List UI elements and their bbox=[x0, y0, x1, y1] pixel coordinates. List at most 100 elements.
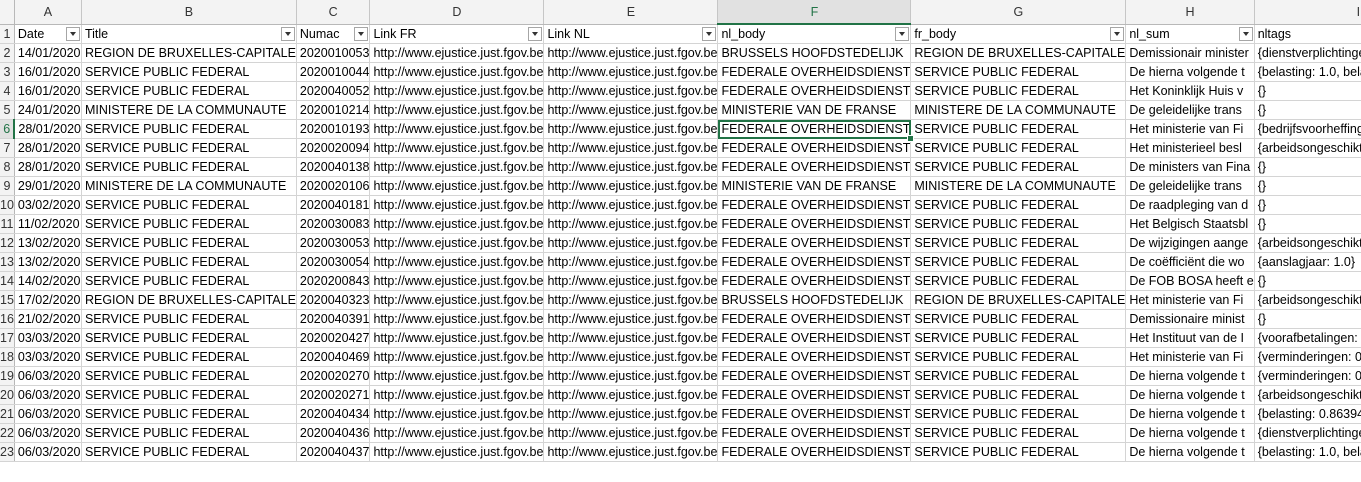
cell-g18[interactable]: SERVICE PUBLIC FEDERAL bbox=[910, 347, 1127, 367]
cell-d2[interactable]: http://www.ejustice.just.fgov.be bbox=[369, 43, 545, 63]
header-cell-b[interactable]: Title bbox=[81, 24, 297, 44]
cell-c15[interactable]: 2020040323 bbox=[296, 290, 371, 310]
cell-d6[interactable]: http://www.ejustice.just.fgov.be bbox=[369, 119, 545, 139]
column-header-g[interactable]: G bbox=[910, 0, 1127, 25]
column-header-a[interactable]: A bbox=[14, 0, 82, 25]
cell-h10[interactable]: De raadpleging van d bbox=[1125, 195, 1255, 215]
column-header-h[interactable]: H bbox=[1125, 0, 1255, 25]
row-header[interactable]: 21 bbox=[0, 404, 15, 424]
cell-g16[interactable]: SERVICE PUBLIC FEDERAL bbox=[910, 309, 1127, 329]
cell-g19[interactable]: SERVICE PUBLIC FEDERAL bbox=[910, 366, 1127, 386]
cell-b23[interactable]: SERVICE PUBLIC FEDERAL bbox=[81, 442, 297, 462]
cell-a21[interactable]: 06/03/2020 bbox=[14, 404, 82, 424]
cell-g10[interactable]: SERVICE PUBLIC FEDERAL bbox=[910, 195, 1127, 215]
cell-e21[interactable]: http://www.ejustice.just.fgov.be bbox=[543, 404, 719, 424]
cell-h7[interactable]: Het ministerieel besl bbox=[1125, 138, 1255, 158]
cell-c2[interactable]: 2020010053 bbox=[296, 43, 371, 63]
cell-f5[interactable]: MINISTERIE VAN DE FRANSE bbox=[717, 100, 912, 120]
cell-c10[interactable]: 2020040181 bbox=[296, 195, 371, 215]
cell-f23[interactable]: FEDERALE OVERHEIDSDIENST bbox=[717, 442, 912, 462]
cell-f13[interactable]: FEDERALE OVERHEIDSDIENST bbox=[717, 252, 912, 272]
cell-c8[interactable]: 2020040138 bbox=[296, 157, 371, 177]
row-header[interactable]: 12 bbox=[0, 233, 15, 253]
cell-d16[interactable]: http://www.ejustice.just.fgov.be bbox=[369, 309, 545, 329]
cell-h14[interactable]: De FOB BOSA heeft e bbox=[1125, 271, 1255, 291]
header-cell-f[interactable]: nl_body bbox=[717, 24, 912, 44]
cell-i3[interactable]: {belasting: 1.0, belastingverhoging bbox=[1254, 62, 1361, 82]
cell-b6[interactable]: SERVICE PUBLIC FEDERAL bbox=[81, 119, 297, 139]
cell-b9[interactable]: MINISTERE DE LA COMMUNAUTE bbox=[81, 176, 297, 196]
cell-h15[interactable]: Het ministerie van Fi bbox=[1125, 290, 1255, 310]
cell-a4[interactable]: 16/01/2020 bbox=[14, 81, 82, 101]
cell-i17[interactable]: {voorafbetalingen: 0.8429794907563 bbox=[1254, 328, 1361, 348]
cell-f18[interactable]: FEDERALE OVERHEIDSDIENST bbox=[717, 347, 912, 367]
row-header[interactable]: 20 bbox=[0, 385, 15, 405]
cell-c22[interactable]: 2020040436 bbox=[296, 423, 371, 443]
cell-e16[interactable]: http://www.ejustice.just.fgov.be bbox=[543, 309, 719, 329]
column-header-f[interactable]: F bbox=[717, 0, 912, 25]
active-cell[interactable]: FEDERALE OVERHEIDSDIENST bbox=[717, 119, 912, 139]
column-header-b[interactable]: B bbox=[81, 0, 297, 25]
column-header-d[interactable]: D bbox=[369, 0, 545, 25]
cell-a15[interactable]: 17/02/2020 bbox=[14, 290, 82, 310]
row-header[interactable]: 7 bbox=[0, 138, 15, 158]
cell-a2[interactable]: 14/01/2020 bbox=[14, 43, 82, 63]
cell-i13[interactable]: {aanslagjaar: 1.0} bbox=[1254, 252, 1361, 272]
cell-c19[interactable]: 2020020270 bbox=[296, 366, 371, 386]
cell-e20[interactable]: http://www.ejustice.just.fgov.be bbox=[543, 385, 719, 405]
cell-g15[interactable]: REGION DE BRUXELLES-CAPITALE bbox=[910, 290, 1127, 310]
cell-c23[interactable]: 2020040437 bbox=[296, 442, 371, 462]
cell-i21[interactable]: {belasting: 0.8639483451843262, be bbox=[1254, 404, 1361, 424]
cell-f19[interactable]: FEDERALE OVERHEIDSDIENST bbox=[717, 366, 912, 386]
cell-i19[interactable]: {verminderingen: 0.8160161375999 bbox=[1254, 366, 1361, 386]
cell-c16[interactable]: 2020040391 bbox=[296, 309, 371, 329]
cell-g21[interactable]: SERVICE PUBLIC FEDERAL bbox=[910, 404, 1127, 424]
cell-h2[interactable]: Demissionair minister bbox=[1125, 43, 1255, 63]
header-cell-g[interactable]: fr_body bbox=[910, 24, 1127, 44]
cell-d7[interactable]: http://www.ejustice.just.fgov.be bbox=[369, 138, 545, 158]
cell-h19[interactable]: De hierna volgende t bbox=[1125, 366, 1255, 386]
cell-e14[interactable]: http://www.ejustice.just.fgov.be bbox=[543, 271, 719, 291]
row-header[interactable]: 11 bbox=[0, 214, 15, 234]
row-header[interactable]: 22 bbox=[0, 423, 15, 443]
cell-c9[interactable]: 2020020106 bbox=[296, 176, 371, 196]
cell-h18[interactable]: Het ministerie van Fi bbox=[1125, 347, 1255, 367]
cell-i8[interactable]: {} bbox=[1254, 157, 1361, 177]
cell-g4[interactable]: SERVICE PUBLIC FEDERAL bbox=[910, 81, 1127, 101]
cell-f12[interactable]: FEDERALE OVERHEIDSDIENST bbox=[717, 233, 912, 253]
cell-h17[interactable]: Het Instituut van de I bbox=[1125, 328, 1255, 348]
cell-a22[interactable]: 06/03/2020 bbox=[14, 423, 82, 443]
cell-f8[interactable]: FEDERALE OVERHEIDSDIENST bbox=[717, 157, 912, 177]
cell-g6[interactable]: SERVICE PUBLIC FEDERAL bbox=[910, 119, 1127, 139]
row-header[interactable]: 19 bbox=[0, 366, 15, 386]
cell-i11[interactable]: {} bbox=[1254, 214, 1361, 234]
cell-a16[interactable]: 21/02/2020 bbox=[14, 309, 82, 329]
cell-a13[interactable]: 13/02/2020 bbox=[14, 252, 82, 272]
cell-g3[interactable]: SERVICE PUBLIC FEDERAL bbox=[910, 62, 1127, 82]
cell-g2[interactable]: REGION DE BRUXELLES-CAPITALE bbox=[910, 43, 1127, 63]
cell-g11[interactable]: SERVICE PUBLIC FEDERAL bbox=[910, 214, 1127, 234]
cell-a3[interactable]: 16/01/2020 bbox=[14, 62, 82, 82]
cell-e22[interactable]: http://www.ejustice.just.fgov.be bbox=[543, 423, 719, 443]
cell-f20[interactable]: FEDERALE OVERHEIDSDIENST bbox=[717, 385, 912, 405]
cell-b15[interactable]: REGION DE BRUXELLES-CAPITALE bbox=[81, 290, 297, 310]
cell-c3[interactable]: 2020010044 bbox=[296, 62, 371, 82]
cell-d17[interactable]: http://www.ejustice.just.fgov.be bbox=[369, 328, 545, 348]
cell-f15[interactable]: BRUSSELS HOOFDSTEDELIJK bbox=[717, 290, 912, 310]
cell-f22[interactable]: FEDERALE OVERHEIDSDIENST bbox=[717, 423, 912, 443]
cell-a5[interactable]: 24/01/2020 bbox=[14, 100, 82, 120]
cell-d10[interactable]: http://www.ejustice.just.fgov.be bbox=[369, 195, 545, 215]
cell-f3[interactable]: FEDERALE OVERHEIDSDIENST bbox=[717, 62, 912, 82]
cell-e12[interactable]: http://www.ejustice.just.fgov.be bbox=[543, 233, 719, 253]
cell-d5[interactable]: http://www.ejustice.just.fgov.be bbox=[369, 100, 545, 120]
cell-f7[interactable]: FEDERALE OVERHEIDSDIENST bbox=[717, 138, 912, 158]
cell-d14[interactable]: http://www.ejustice.just.fgov.be bbox=[369, 271, 545, 291]
cell-b5[interactable]: MINISTERE DE LA COMMUNAUTE bbox=[81, 100, 297, 120]
filter-dropdown-icon[interactable] bbox=[1110, 26, 1125, 41]
cell-c17[interactable]: 2020020427 bbox=[296, 328, 371, 348]
cell-e3[interactable]: http://www.ejustice.just.fgov.be bbox=[543, 62, 719, 82]
cell-c4[interactable]: 2020040052 bbox=[296, 81, 371, 101]
header-cell-a[interactable]: Date bbox=[14, 24, 82, 44]
cell-h12[interactable]: De wijzigingen aange bbox=[1125, 233, 1255, 253]
cell-b2[interactable]: REGION DE BRUXELLES-CAPITALE bbox=[81, 43, 297, 63]
